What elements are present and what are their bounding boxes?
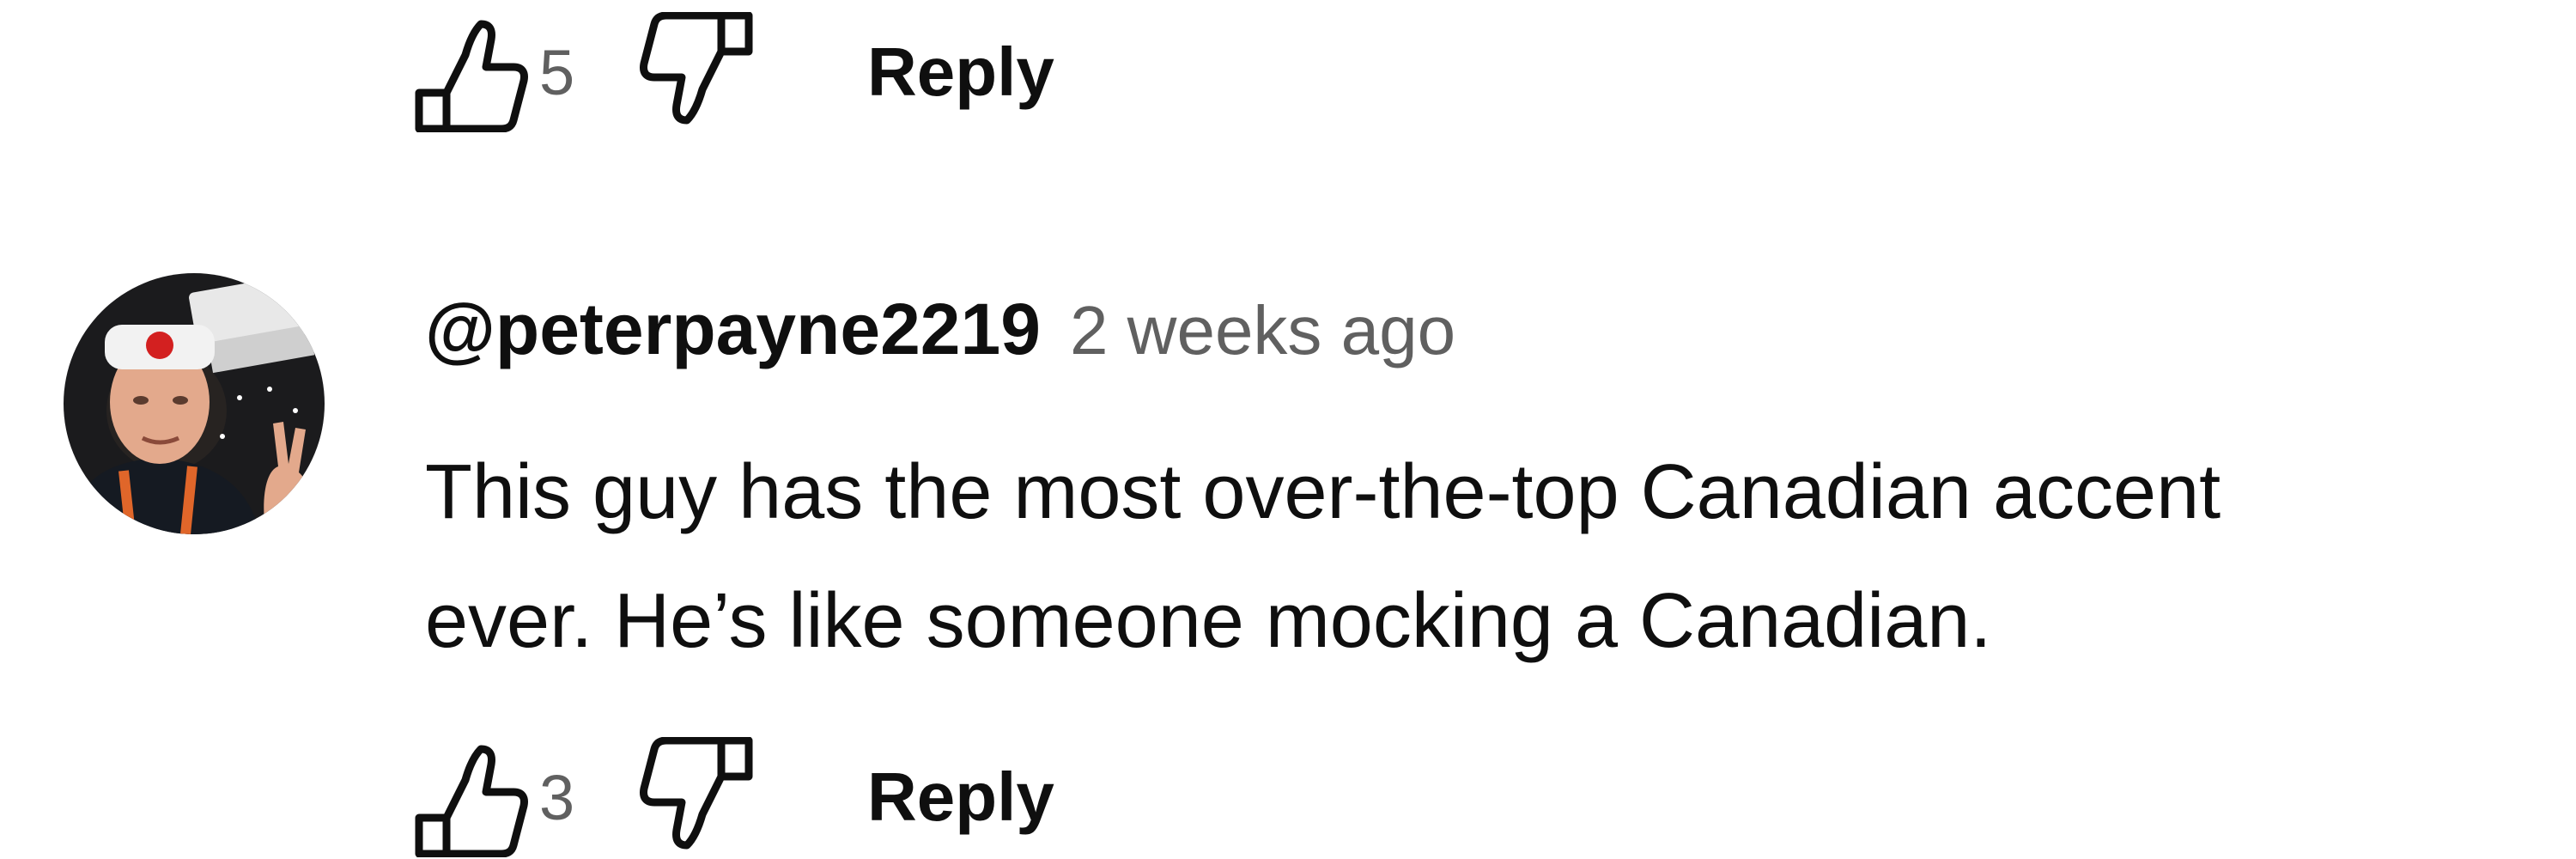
reply-button[interactable]: Reply (867, 758, 1054, 837)
dislike-button[interactable] (635, 12, 756, 132)
comment-text-line: ever. He’s like someone mocking a Canadi… (425, 578, 1992, 664)
comment-text: This guy has the most over-the-top Canad… (425, 428, 2555, 685)
dislike-button[interactable] (635, 737, 756, 857)
comment-actions: 3 Reply (412, 737, 1054, 857)
reply-button[interactable]: Reply (867, 33, 1054, 112)
comment-text-line: This guy has the most over-the-top Canad… (425, 449, 2221, 535)
comment-header: @peterpayne2219 2 weeks ago (425, 288, 1455, 371)
previous-comment-actions: 5 Reply (412, 12, 1054, 132)
comment-timestamp[interactable]: 2 weeks ago (1070, 291, 1455, 370)
thumbs-up-icon (415, 20, 528, 132)
comment-author[interactable]: @peterpayne2219 (425, 288, 1041, 371)
avatar-image (64, 273, 325, 534)
thumbs-down-icon (640, 12, 753, 125)
thumbs-down-icon (640, 737, 753, 850)
avatar[interactable] (64, 273, 325, 534)
thumbs-up-icon (415, 745, 528, 857)
like-count: 3 (539, 761, 575, 833)
like-button[interactable] (412, 12, 532, 132)
like-count: 5 (539, 36, 575, 108)
like-button[interactable] (412, 737, 532, 857)
